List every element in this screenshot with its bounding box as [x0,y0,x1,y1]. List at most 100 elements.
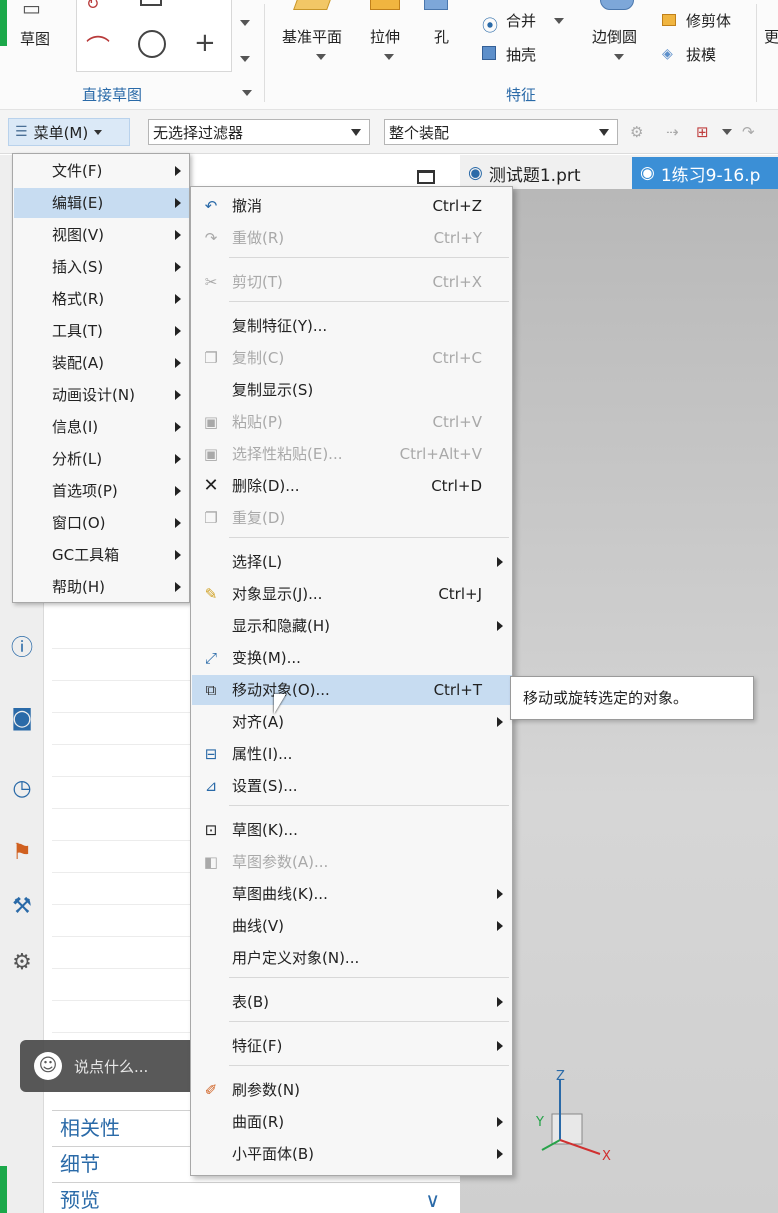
preview-section[interactable]: 预览 ∨ [52,1182,460,1213]
direct-sketch-more-icon[interactable] [240,20,250,26]
roles-icon[interactable]: ⚑ [8,839,36,867]
edit-redo[interactable]: ↷ 重做(R) Ctrl+Y [192,223,512,253]
select-feature-icon[interactable]: ⚙ [630,123,650,143]
menu-item-gc-toolkit[interactable]: GC工具箱 [14,540,189,570]
direct-sketch-expand-icon[interactable] [240,56,250,62]
menu-separator [229,257,509,258]
edit-surface[interactable]: 曲面(R) [192,1107,512,1137]
hole-button[interactable]: 孔 [434,26,449,47]
edit-transform[interactable]: ⤢ 变换(M)... [192,643,512,673]
direct-sketch-dropdown-icon[interactable] [242,90,252,96]
draft-button[interactable]: 拔模 [686,44,716,65]
arc-tool-icon[interactable]: ⌒ [86,28,110,63]
info-icon[interactable]: ⓘ [8,635,36,663]
edit-repeat[interactable]: ❐ 重复(D) [192,503,512,533]
edit-settings[interactable]: ⊿ 设置(S)... [192,771,512,801]
menu-item-preferences[interactable]: 首选项(P) [14,476,189,506]
emoji-icon[interactable]: ☺ [34,1052,62,1080]
edit-sketch-curve[interactable]: 草图曲线(K)... [192,879,512,909]
edit-delete[interactable]: ✕ 删除(D)... Ctrl+D [192,471,512,501]
chat-input[interactable]: 说点什么... [74,1056,148,1077]
web-browser-icon[interactable]: ◙ [8,705,36,733]
trim-body-button[interactable]: 修剪体 [686,10,731,31]
edge-blend-dropdown-icon[interactable] [614,54,624,60]
menu-item-help[interactable]: 帮助(H) [14,572,189,602]
menu-item-file[interactable]: 文件(F) [14,156,189,186]
edit-object-display[interactable]: ✎ 对象显示(J)... Ctrl+J [192,579,512,609]
select-body-icon[interactable]: ⇢ [666,123,686,143]
chevron-down-icon[interactable]: ∨ [425,1183,440,1213]
menu-item-label: 曲线(V) [232,917,284,935]
tooltip-text: 移动或旋转选定的对象。 [523,689,689,707]
menu-item-analysis[interactable]: 分析(L) [14,444,189,474]
shortcut-label: Ctrl+C [432,349,482,367]
menu-item-edit[interactable]: 编辑(E) [14,188,189,218]
edit-sketch[interactable]: ⊡ 草图(K)... [192,815,512,845]
selection-filter-dropdown[interactable]: 无选择过滤器 [148,119,370,145]
line-tool-icon[interactable]: ↻ [86,0,99,13]
menu-item-label: 特征(F) [232,1037,283,1055]
menu-item-label: 工具(T) [52,322,103,340]
history-clock-icon[interactable]: ◷ [8,775,36,803]
extrude-button[interactable]: 拉伸 [370,26,400,47]
edit-cut[interactable]: ✂ 剪切(T) Ctrl+X [192,267,512,297]
unite-button[interactable]: 合并 [506,10,536,31]
unite-icon: ⦿ [482,16,499,35]
edit-facet-body[interactable]: 小平面体(B) [192,1139,512,1169]
edit-paste[interactable]: ▣ 粘贴(P) Ctrl+V [192,407,512,437]
edit-table[interactable]: 表(B) [192,987,512,1017]
menu-item-label: 变换(M)... [232,649,301,667]
edit-show-and-hide[interactable]: 显示和隐藏(H) [192,611,512,641]
menu-item-label: 视图(V) [52,226,104,244]
snap-point-icon[interactable]: ⊞ [696,123,716,143]
edit-properties[interactable]: ⊟ 属性(I)... [192,739,512,769]
edit-sketch-parameters[interactable]: ◧ 草图参数(A)... [192,847,512,877]
menu-item-animation[interactable]: 动画设计(N) [14,380,189,410]
edit-curve[interactable]: 曲线(V) [192,911,512,941]
menu-item-tools[interactable]: 工具(T) [14,316,189,346]
edit-undo[interactable]: ↶ 撤消 Ctrl+Z [192,191,512,221]
more-features-button[interactable]: 更 [764,26,778,47]
mouse-cursor-icon [274,694,286,714]
edit-brush-parameters[interactable]: ✐ 刷参数(N) [192,1075,512,1105]
edit-copy-feature[interactable]: 复制特征(Y)... [192,311,512,341]
menu-item-label: 重复(D) [232,509,286,527]
edit-selection[interactable]: 选择(L) [192,547,512,577]
selection-scope-dropdown[interactable]: 整个装配 [384,119,618,145]
assembly-tool-icon[interactable]: ⚙ [8,949,36,977]
undo-selection-icon[interactable]: ↷ [742,123,762,143]
snap-dropdown-icon[interactable] [722,129,732,135]
edit-feature[interactable]: 特征(F) [192,1031,512,1061]
datum-plane-dropdown-icon[interactable] [316,54,326,60]
unite-dropdown-icon[interactable] [554,18,564,24]
menu-button[interactable]: ☰ 菜单(M) [8,118,130,146]
point-tool-icon[interactable]: + [194,28,216,58]
edit-move-object[interactable]: ⧉ 移动对象(O)... Ctrl+T [192,675,512,705]
menu-item-information[interactable]: 信息(I) [14,412,189,442]
edit-copy-display[interactable]: 复制显示(S) [192,375,512,405]
circle-tool-icon[interactable] [138,30,166,58]
menu-item-window[interactable]: 窗口(O) [14,508,189,538]
tab-exercise-part[interactable]: ◉ 1练习9-16.p [632,157,778,189]
menu-item-insert[interactable]: 插入(S) [14,252,189,282]
edge-blend-button[interactable]: 边倒圆 [592,26,637,47]
sketch-button-label[interactable]: 草图 [20,28,50,49]
shell-button[interactable]: 抽壳 [506,44,536,65]
edit-copy[interactable]: ❐ 复制(C) Ctrl+C [192,343,512,373]
process-studio-icon[interactable]: ⚒ [8,893,36,921]
edit-user-defined-object[interactable]: 用户定义对象(N)... [192,943,512,973]
panel-restore-icon[interactable] [417,170,435,184]
shortcut-label: Ctrl+X [432,273,482,291]
sketch-icon: ⊡ [204,821,218,839]
edit-align[interactable]: 对齐(A) [192,707,512,737]
menu-item-assemblies[interactable]: 装配(A) [14,348,189,378]
menu-item-view[interactable]: 视图(V) [14,220,189,250]
extrude-dropdown-icon[interactable] [384,54,394,60]
edit-paste-special[interactable]: ▣ 选择性粘贴(E)... Ctrl+Alt+V [192,439,512,469]
tab-test-part[interactable]: ◉ 测试题1.prt [460,157,630,189]
menu-item-format[interactable]: 格式(R) [14,284,189,314]
rectangle-tool-icon[interactable] [140,0,162,6]
datum-plane-button[interactable]: 基准平面 [282,26,342,47]
chevron-right-icon [497,921,503,931]
ribbon-separator [756,4,757,102]
